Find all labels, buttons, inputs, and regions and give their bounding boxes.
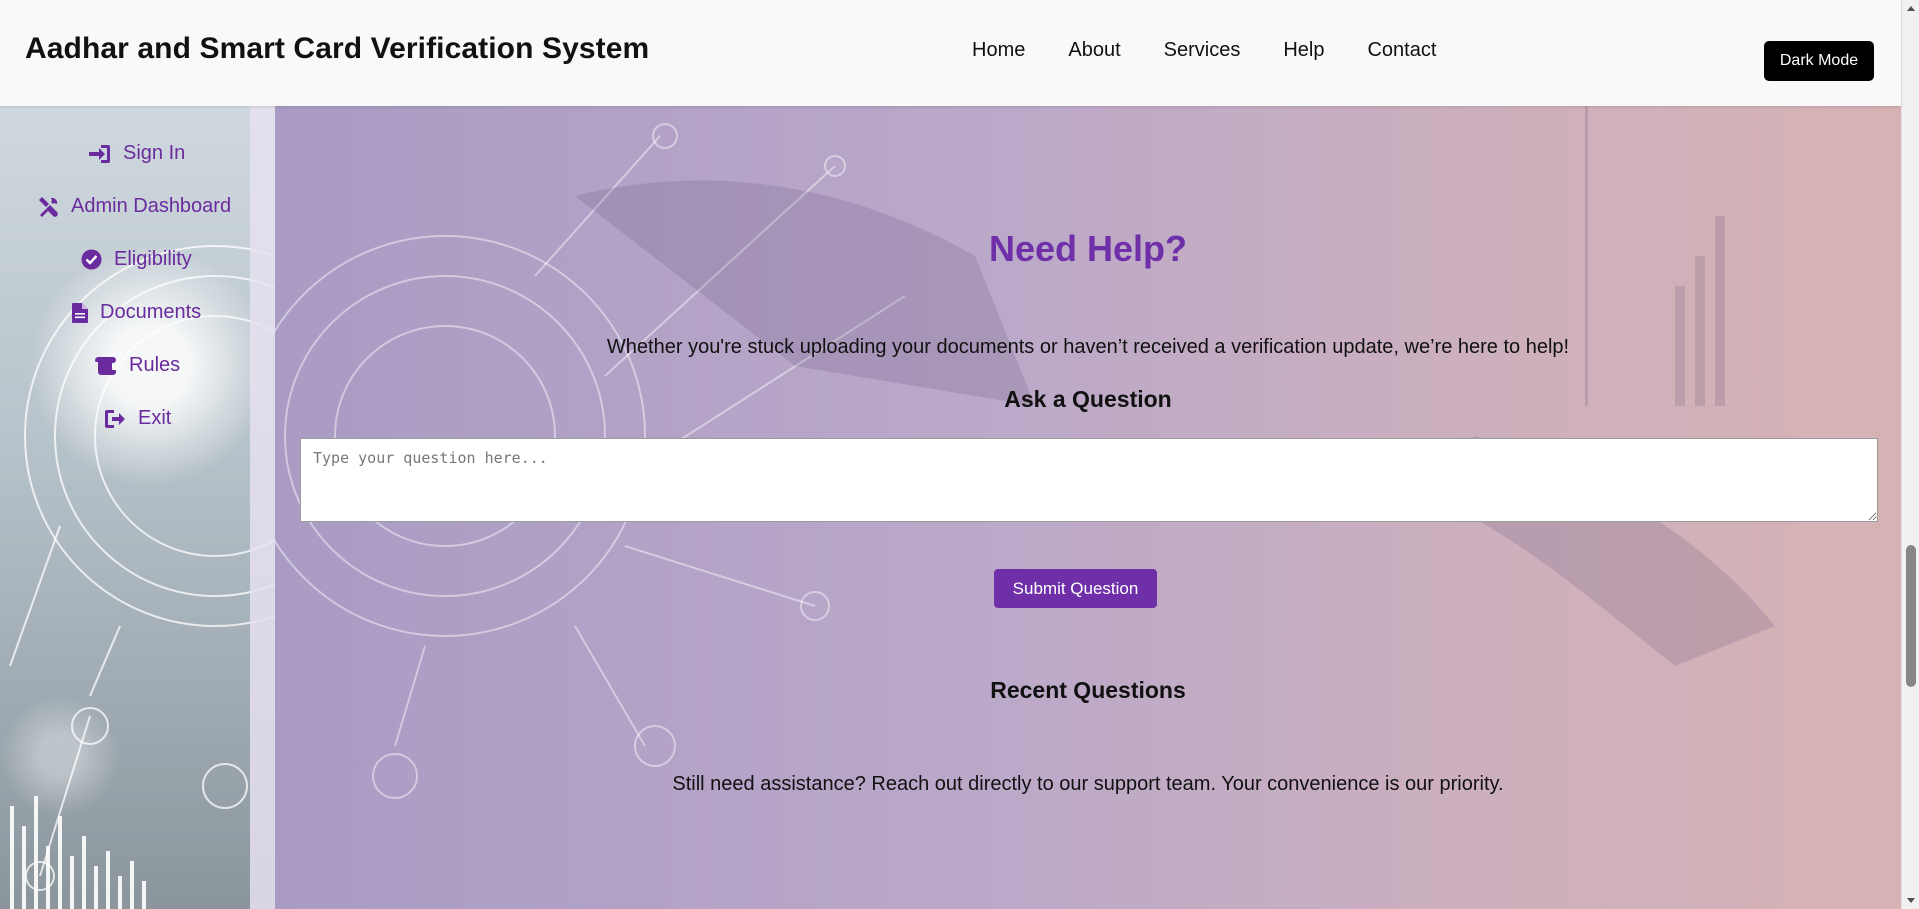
page-title: Need Help? xyxy=(988,228,1188,269)
scrollbar-thumb[interactable] xyxy=(1906,545,1916,687)
main-nav: Home About Services Help Contact xyxy=(972,39,1479,62)
tools-icon xyxy=(39,196,58,217)
sidebar-item-rules[interactable]: Rules xyxy=(95,354,180,377)
site-header: Aadhar and Smart Card Verification Syste… xyxy=(0,0,1901,106)
ask-question-heading: Ask a Question xyxy=(1004,386,1172,412)
sidebar: Sign In Admin Dashboard Eligibility Docu… xyxy=(0,106,275,909)
scroll-down-icon[interactable] xyxy=(1907,898,1915,903)
sidebar-item-label: Exit xyxy=(138,407,172,429)
nav-services[interactable]: Services xyxy=(1164,39,1241,62)
sidebar-item-exit[interactable]: Exit xyxy=(104,407,171,430)
sidebar-item-admin-dashboard[interactable]: Admin Dashboard xyxy=(37,195,231,218)
sidebar-item-label: Eligibility xyxy=(114,248,192,270)
scroll-up-icon[interactable] xyxy=(1907,6,1915,11)
nav-contact[interactable]: Contact xyxy=(1367,39,1436,62)
recent-questions-heading: Recent Questions xyxy=(990,677,1186,703)
assistance-text: Still need assistance? Reach out directl… xyxy=(672,773,1504,795)
scroll-icon xyxy=(95,356,116,375)
sidebar-item-label: Sign In xyxy=(123,142,186,164)
sidebar-background-image xyxy=(9,245,275,909)
nav-help[interactable]: Help xyxy=(1283,39,1324,62)
submit-question-button[interactable]: Submit Question xyxy=(994,569,1157,608)
site-title: Aadhar and Smart Card Verification Syste… xyxy=(25,32,650,65)
sidebar-item-documents[interactable]: Documents xyxy=(72,301,201,324)
sidebar-item-label: Rules xyxy=(129,354,181,376)
dark-mode-button[interactable]: Dark Mode xyxy=(1764,41,1874,81)
sidebar-divider xyxy=(250,106,275,909)
check-circle-icon xyxy=(81,249,102,270)
intro-text: Whether you're stuck uploading your docu… xyxy=(606,336,1570,358)
sidebar-item-label: Admin Dashboard xyxy=(71,195,232,217)
nav-home[interactable]: Home xyxy=(972,39,1025,62)
nav-about[interactable]: About xyxy=(1068,39,1120,62)
sign-out-icon xyxy=(105,409,125,428)
sidebar-item-sign-in[interactable]: Sign In xyxy=(89,142,185,165)
main-content: Need Help? Whether you're stuck uploadin… xyxy=(275,106,1901,909)
sidebar-item-eligibility[interactable]: Eligibility xyxy=(81,248,192,271)
question-input[interactable] xyxy=(300,438,1878,522)
file-icon xyxy=(72,302,88,323)
help-section: Need Help? Whether you're stuck uploadin… xyxy=(275,106,1901,909)
page-scrollbar[interactable] xyxy=(1901,0,1919,909)
sidebar-item-label: Documents xyxy=(100,301,202,323)
sign-in-icon xyxy=(89,144,110,163)
